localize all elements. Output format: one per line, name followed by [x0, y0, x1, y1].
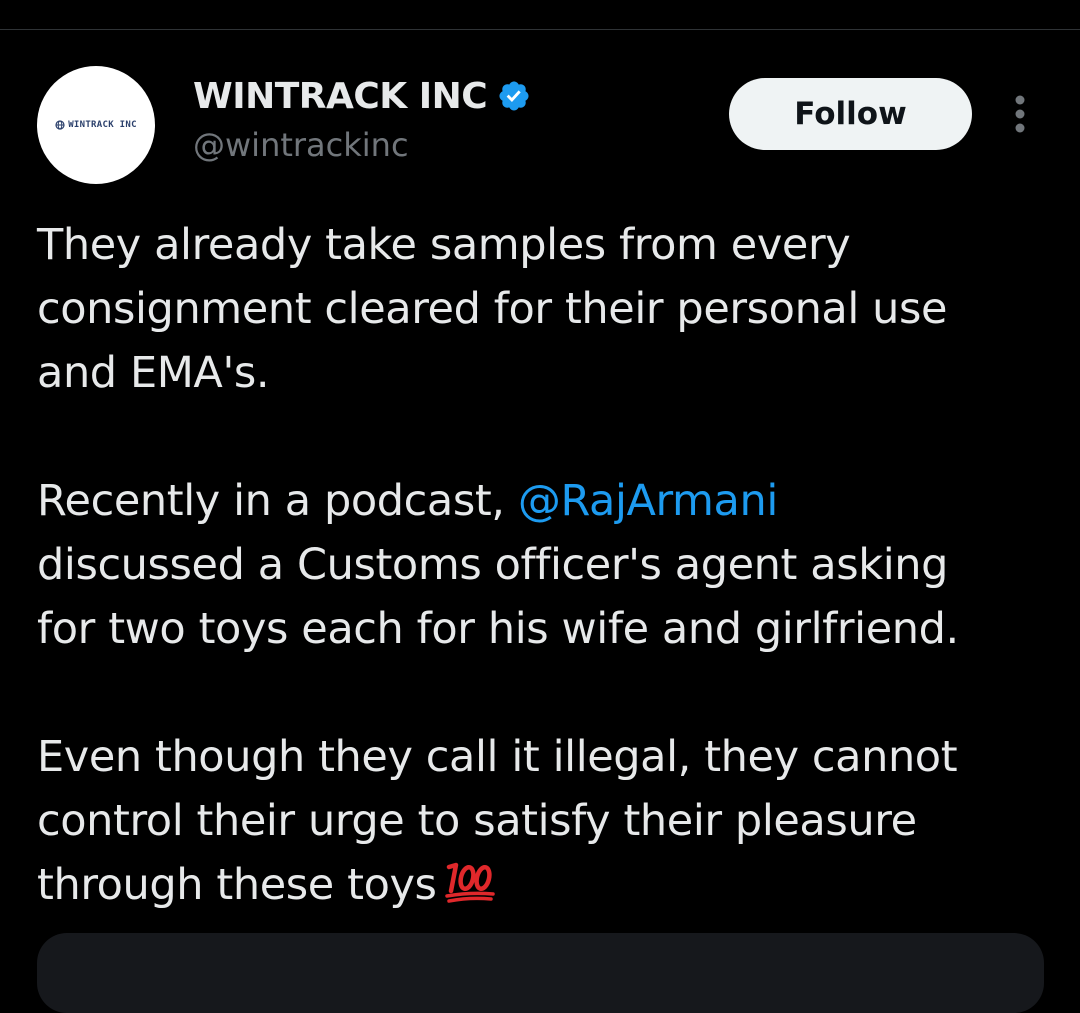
tweet-line: discussed a Customs officer's agent aski…	[37, 540, 949, 590]
tweet-paragraph-2: Recently in a podcast, @RajArmani discus…	[37, 469, 1047, 661]
wintrack-logo: WINTRACK INC	[55, 120, 137, 130]
follow-button[interactable]: Follow	[729, 78, 972, 150]
tweet-line: through these toys	[37, 853, 1047, 917]
tweet-line-text: through these toys	[37, 860, 437, 910]
display-name[interactable]: WINTRACK INC	[193, 76, 488, 117]
media-card[interactable]	[37, 933, 1044, 1013]
avatar[interactable]: WINTRACK INC	[37, 66, 155, 184]
tweet-text: They already take samples from every con…	[37, 213, 1047, 917]
author-handle[interactable]: @wintrackinc	[193, 126, 409, 164]
author-name-row[interactable]: WINTRACK INC	[193, 74, 531, 118]
tweet-paragraph-3: Even though they call it illegal, they c…	[37, 725, 1047, 917]
verified-badge-icon	[499, 81, 529, 111]
tweet-line: consignment cleared for their personal u…	[37, 284, 948, 334]
tweet-line-text: Recently in a podcast,	[37, 476, 518, 526]
tweet-line: and EMA's.	[37, 348, 270, 398]
more-options-button[interactable]	[1000, 92, 1040, 136]
hundred-points-emoji-icon	[444, 862, 495, 903]
tweet-line: Recently in a podcast, @RajArmani	[37, 469, 1047, 533]
tweet-line: Even though they call it illegal, they c…	[37, 732, 958, 782]
tweet-paragraph-1: They already take samples from every con…	[37, 213, 1047, 405]
mention-link[interactable]: @RajArmani	[518, 476, 778, 526]
globe-icon	[55, 120, 65, 130]
tweet-line: They already take samples from every	[37, 220, 851, 270]
tweet-line: for two toys each for his wife and girlf…	[37, 604, 959, 654]
avatar-logo-text: WINTRACK INC	[68, 120, 137, 130]
more-vertical-icon	[1015, 95, 1025, 133]
top-divider	[0, 29, 1080, 30]
tweet-line: control their urge to satisfy their plea…	[37, 796, 917, 846]
